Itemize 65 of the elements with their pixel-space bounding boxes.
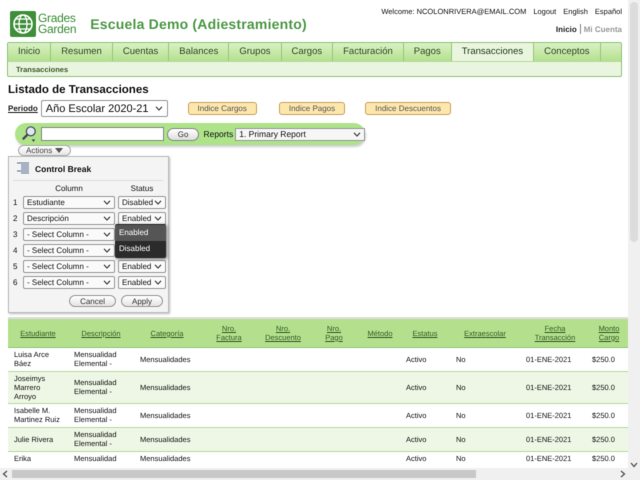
row-number: 2: [13, 214, 18, 223]
horizontal-scrollbar[interactable]: [0, 468, 628, 480]
row-number: 5: [13, 262, 18, 271]
menu-option[interactable]: Disabled: [115, 241, 166, 257]
index-button[interactable]: Indice Pagos: [278, 102, 346, 115]
list-icon: [17, 162, 29, 175]
vertical-scrollbar[interactable]: [628, 0, 640, 480]
caret-icon: [103, 216, 111, 221]
column-header: Column: [54, 184, 84, 193]
period-link[interactable]: Periodo: [8, 104, 38, 113]
nav-tab[interactable]: Inicio: [8, 43, 52, 61]
nav-tab[interactable]: Grupos: [229, 43, 282, 61]
index-button[interactable]: Indice Cargos: [188, 102, 257, 115]
reports-label: Reports: [203, 129, 234, 139]
report-select[interactable]: 1. Primary Report: [235, 128, 365, 140]
caret-icon: [103, 264, 111, 269]
caret-icon: [103, 248, 111, 253]
nav-tab[interactable]: Cuentas: [112, 43, 170, 61]
row-number: 3: [13, 230, 18, 239]
nav-tab[interactable]: Balances: [169, 43, 230, 61]
panel-button[interactable]: Cancel: [69, 295, 116, 307]
caret-icon: [154, 106, 163, 111]
index-button[interactable]: Indice Descuentos: [365, 102, 451, 115]
nav-tab[interactable]: Cargos: [282, 43, 334, 61]
column-select[interactable]: Estudiante: [23, 196, 115, 209]
caret-icon: [154, 280, 162, 285]
actions-button[interactable]: Actions: [18, 145, 72, 156]
column-select[interactable]: Descripción: [23, 212, 115, 225]
globe-icon: [10, 11, 36, 37]
row-number: 6: [13, 278, 18, 287]
row-number: 4: [13, 246, 18, 255]
column-select[interactable]: - Select Column -: [23, 276, 115, 289]
status-select[interactable]: Disabled: [118, 196, 166, 209]
caret-icon: [353, 132, 361, 136]
logo-text: Grades: [38, 13, 76, 24]
panel-button[interactable]: Apply: [120, 295, 163, 307]
caret-icon: [154, 200, 162, 205]
nav-tab[interactable]: Resumen: [51, 43, 113, 61]
search-icon: [21, 124, 39, 144]
status-select[interactable]: Enabled: [118, 212, 166, 225]
search-field[interactable]: [40, 127, 164, 141]
row-number: 1: [13, 198, 18, 207]
logo-text: Garden: [38, 24, 76, 35]
status-select[interactable]: Enabled: [118, 276, 166, 289]
column-select[interactable]: - Select Column -: [23, 228, 115, 241]
column-select[interactable]: - Select Column -: [23, 244, 115, 257]
panel-title: Control Break: [35, 164, 92, 174]
nav-tab[interactable]: Transacciones: [452, 43, 534, 61]
caret-icon: [103, 200, 111, 205]
nav-tab[interactable]: Conceptos: [534, 43, 601, 61]
caret-icon: [154, 264, 162, 269]
column-select[interactable]: - Select Column -: [23, 260, 115, 273]
menu-option[interactable]: Enabled: [115, 225, 166, 241]
account-link[interactable]: Inicio: [556, 24, 577, 34]
column-header: Status: [130, 184, 154, 193]
school-title: Escuela Demo (Adiestramiento): [90, 16, 307, 32]
page-title: Listado de Transacciones: [8, 84, 149, 96]
caret-icon: [103, 280, 111, 285]
status-select[interactable]: Enabled: [118, 260, 166, 273]
caret-icon: [55, 148, 64, 153]
nav-tab[interactable]: Facturación: [333, 43, 404, 61]
go-button[interactable]: Go: [166, 128, 200, 140]
period-select[interactable]: Año Escolar 2020-21: [40, 100, 168, 117]
caret-icon: [154, 216, 162, 221]
caret-icon: [103, 232, 111, 237]
